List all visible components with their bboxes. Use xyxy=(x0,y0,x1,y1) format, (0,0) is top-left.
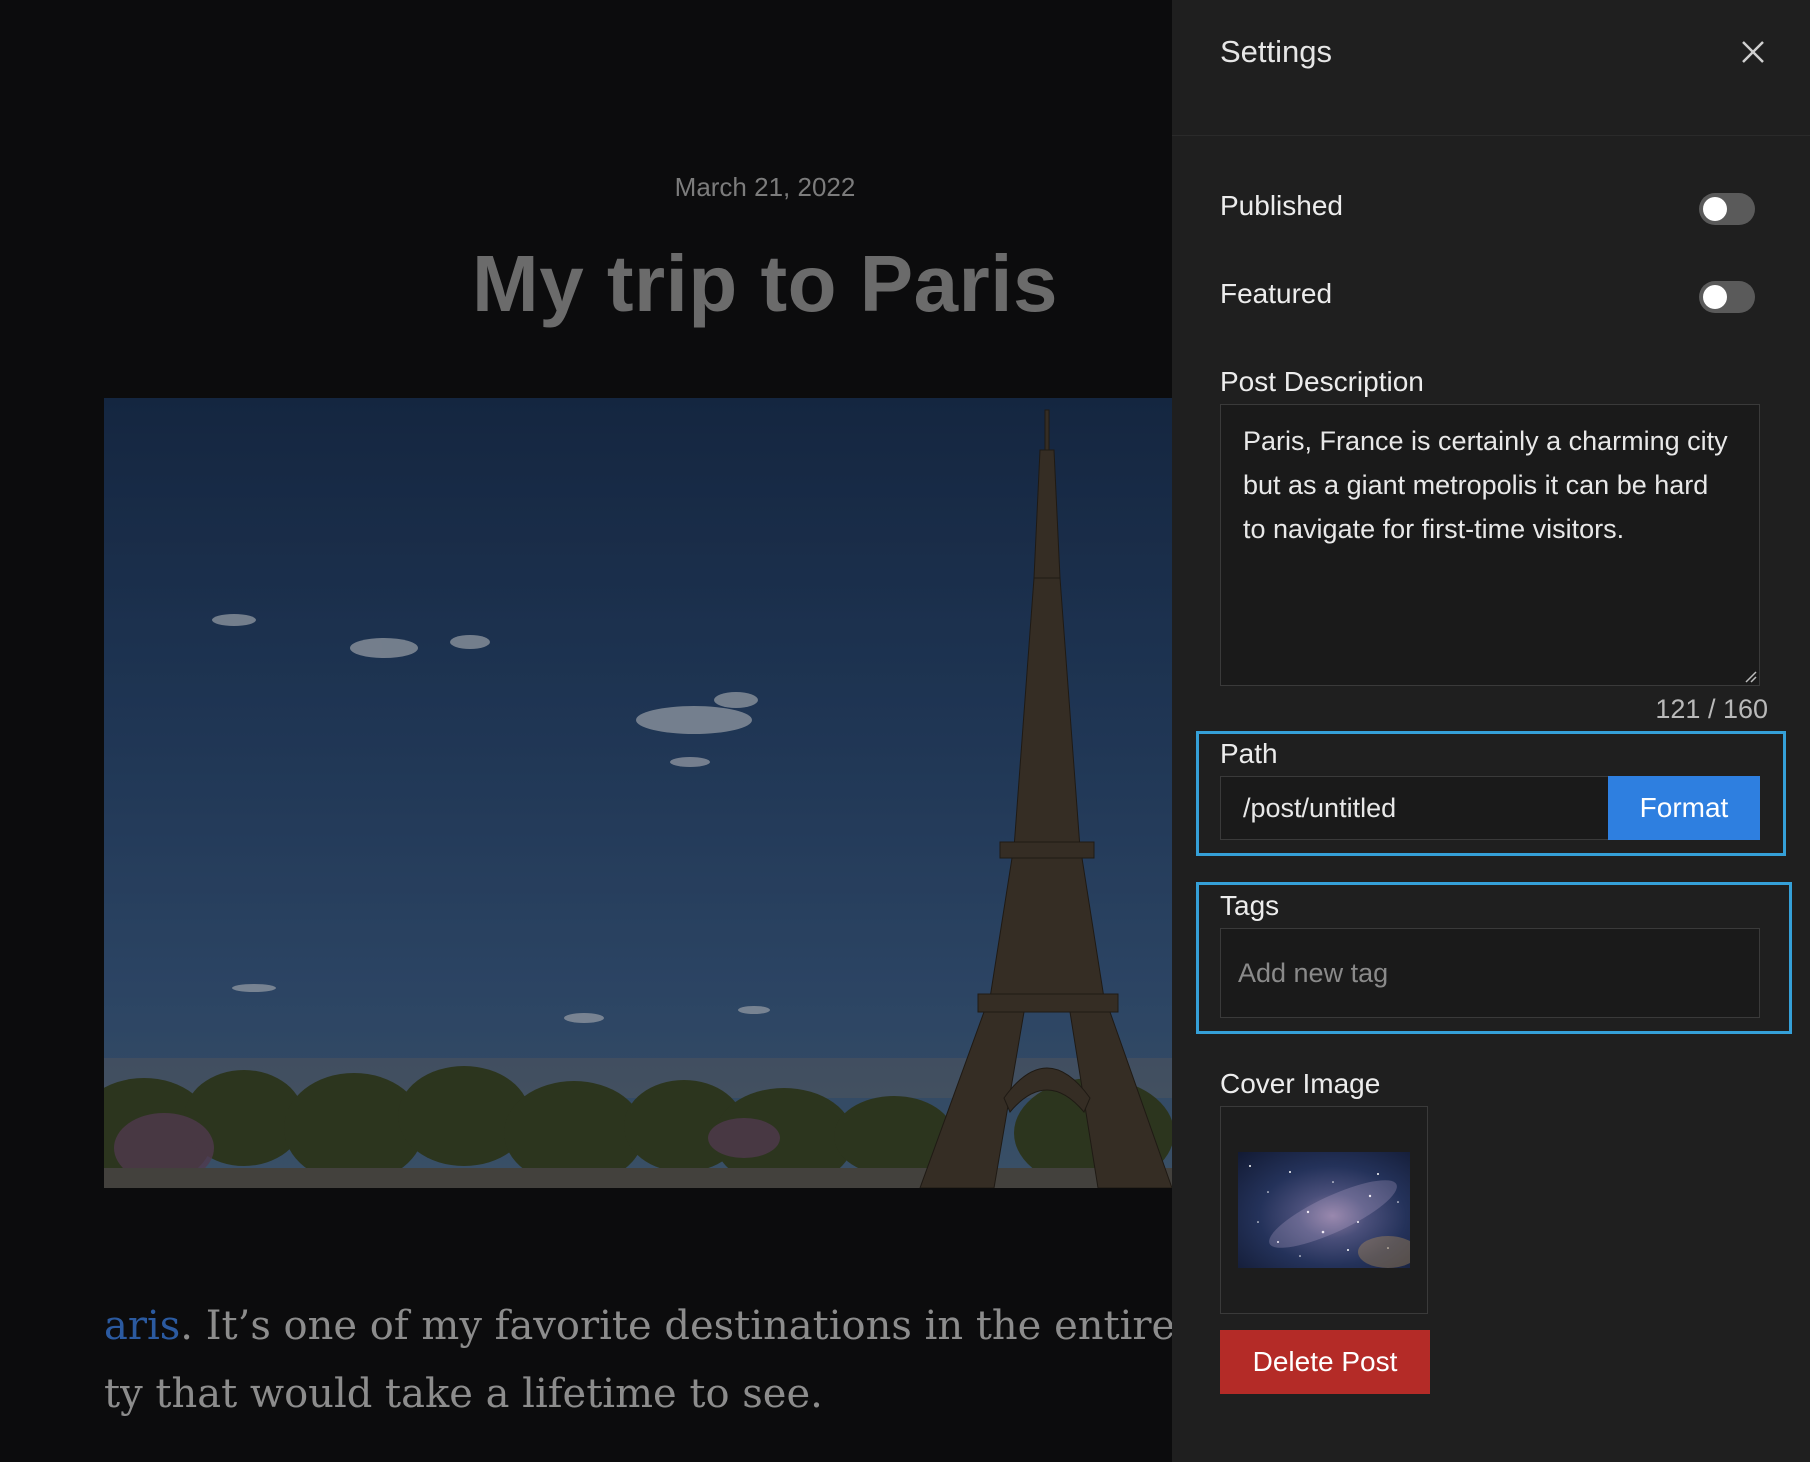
delete-post-button[interactable]: Delete Post xyxy=(1220,1330,1430,1394)
hero-image xyxy=(104,398,1172,1188)
settings-header: Settings xyxy=(1172,0,1810,136)
published-toggle[interactable] xyxy=(1699,193,1755,225)
body-text-line-2: ty that would take a lifetime to see. xyxy=(104,1371,823,1417)
post-body: aris. It’s one of my favorite destinatio… xyxy=(104,1292,1172,1428)
cover-image-thumbnail xyxy=(1238,1152,1410,1268)
tags-input[interactable]: Add new tag xyxy=(1220,928,1760,1018)
paris-link[interactable]: aris xyxy=(104,1303,180,1349)
tags-label: Tags xyxy=(1220,890,1280,921)
path-input[interactable]: /post/untitled xyxy=(1220,776,1610,840)
cover-image-label: Cover Image xyxy=(1220,1068,1381,1099)
body-text-line-1: . It’s one of my favorite destinations i… xyxy=(180,1303,1172,1349)
featured-label: Featured xyxy=(1220,278,1333,309)
post-title: My trip to Paris xyxy=(472,239,1058,328)
post-description-value: Paris, France is certainly a charming ci… xyxy=(1243,426,1728,544)
path-label: Path xyxy=(1220,738,1278,769)
close-icon xyxy=(1742,41,1764,63)
toggle-knob xyxy=(1703,197,1727,221)
settings-panel: Settings Published Featured Post Descrip… xyxy=(1172,0,1810,1462)
post-date: March 21, 2022 xyxy=(674,172,856,202)
format-button[interactable]: Format xyxy=(1608,776,1760,840)
resize-handle-icon[interactable] xyxy=(1743,669,1757,683)
galaxy-image xyxy=(1249,1165,1410,1268)
featured-toggle[interactable] xyxy=(1699,281,1755,313)
tags-placeholder: Add new tag xyxy=(1238,958,1389,988)
close-button[interactable] xyxy=(1735,34,1771,70)
description-char-count: 121 / 160 xyxy=(1655,694,1768,724)
post-description-textarea[interactable]: Paris, France is certainly a charming ci… xyxy=(1220,404,1760,686)
cover-image-picker[interactable] xyxy=(1220,1106,1428,1314)
article-background: March 21, 2022 My trip to Paris aris. It… xyxy=(0,0,1172,1462)
settings-title: Settings xyxy=(1220,34,1333,69)
toggle-knob xyxy=(1703,285,1727,309)
published-label: Published xyxy=(1220,190,1343,221)
post-description-label: Post Description xyxy=(1220,366,1424,397)
path-input-value: /post/untitled xyxy=(1243,793,1397,823)
